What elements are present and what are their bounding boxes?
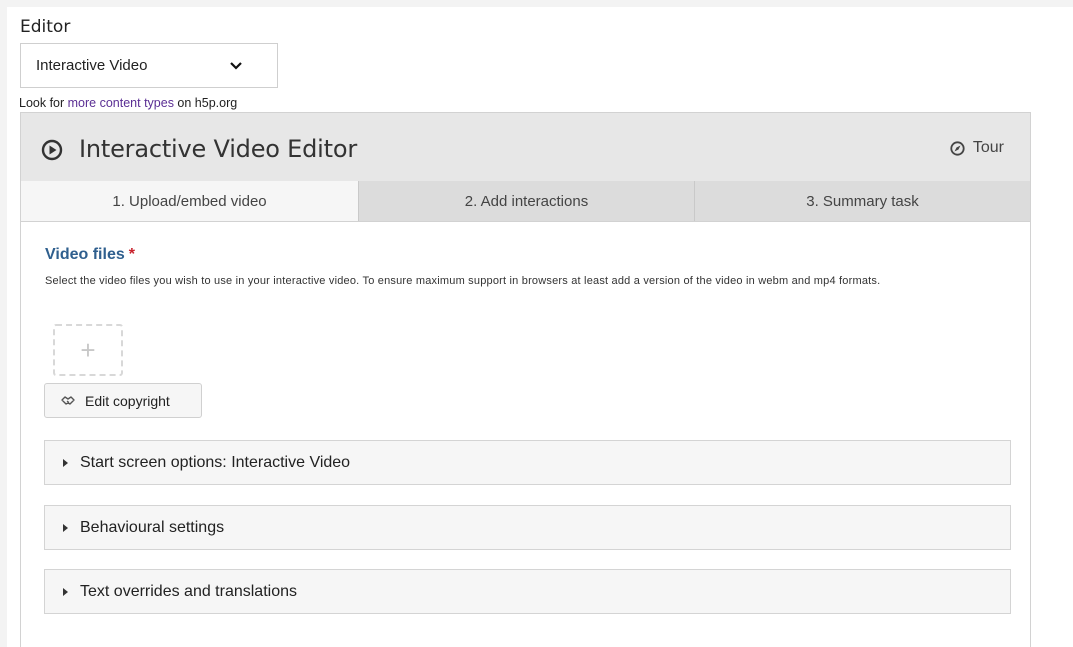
- interactive-video-editor-panel: Interactive Video Editor Tour 1. Upload/…: [20, 112, 1031, 647]
- triangle-right-icon: [63, 458, 68, 467]
- look-for-prefix: Look for: [19, 96, 68, 110]
- accordion-label: Text overrides and translations: [80, 582, 297, 600]
- accordion-label: Start screen options: Interactive Video: [80, 453, 351, 471]
- panel-header: Interactive Video Editor Tour: [21, 112, 1030, 182]
- look-for-suffix: on h5p.org: [173, 96, 238, 110]
- look-for-hint: Look for more content types on h5p.org: [19, 96, 237, 110]
- accordion-label: Behavioural settings: [80, 518, 225, 536]
- video-files-description: Select the video files you wish to use i…: [45, 275, 881, 287]
- window-left-edge: [0, 0, 7, 647]
- chevron-down-icon: [230, 62, 242, 70]
- video-files-title-text: Video files: [45, 246, 125, 263]
- tab-upload-embed-video[interactable]: 1. Upload/embed video: [21, 181, 358, 221]
- tour-label: Tour: [972, 139, 1004, 156]
- more-content-types-link[interactable]: more content types: [68, 96, 174, 110]
- triangle-right-icon: [63, 587, 68, 596]
- accordion-text-overrides[interactable]: Text overrides and translations: [44, 569, 1011, 614]
- content-type-selected-value: Interactive Video: [36, 57, 148, 74]
- edit-copyright-label: Edit copyright: [85, 392, 170, 409]
- edit-copyright-button[interactable]: Edit copyright: [44, 383, 202, 418]
- tour-button[interactable]: Tour: [950, 139, 1004, 157]
- play-circle-icon: [41, 139, 63, 161]
- handshake-icon: [61, 395, 75, 405]
- plus-icon: +: [80, 335, 96, 365]
- editor-tabs: 1. Upload/embed video 2. Add interaction…: [21, 181, 1030, 222]
- accordion-start-screen-options[interactable]: Start screen options: Interactive Video: [44, 440, 1011, 485]
- editor-label: Editor: [20, 17, 71, 37]
- video-files-title: Video files *: [45, 246, 135, 264]
- accordion-behavioural-settings[interactable]: Behavioural settings: [44, 505, 1011, 550]
- window-top-edge: [0, 0, 1073, 7]
- tab-summary-task[interactable]: 3. Summary task: [694, 181, 1030, 221]
- tab-add-interactions[interactable]: 2. Add interactions: [358, 181, 694, 221]
- triangle-right-icon: [63, 523, 68, 532]
- panel-title: Interactive Video Editor: [79, 135, 358, 163]
- content-type-select[interactable]: Interactive Video: [20, 43, 278, 88]
- compass-icon: [950, 140, 965, 156]
- required-marker: *: [128, 246, 135, 263]
- add-video-file-button[interactable]: +: [53, 324, 123, 376]
